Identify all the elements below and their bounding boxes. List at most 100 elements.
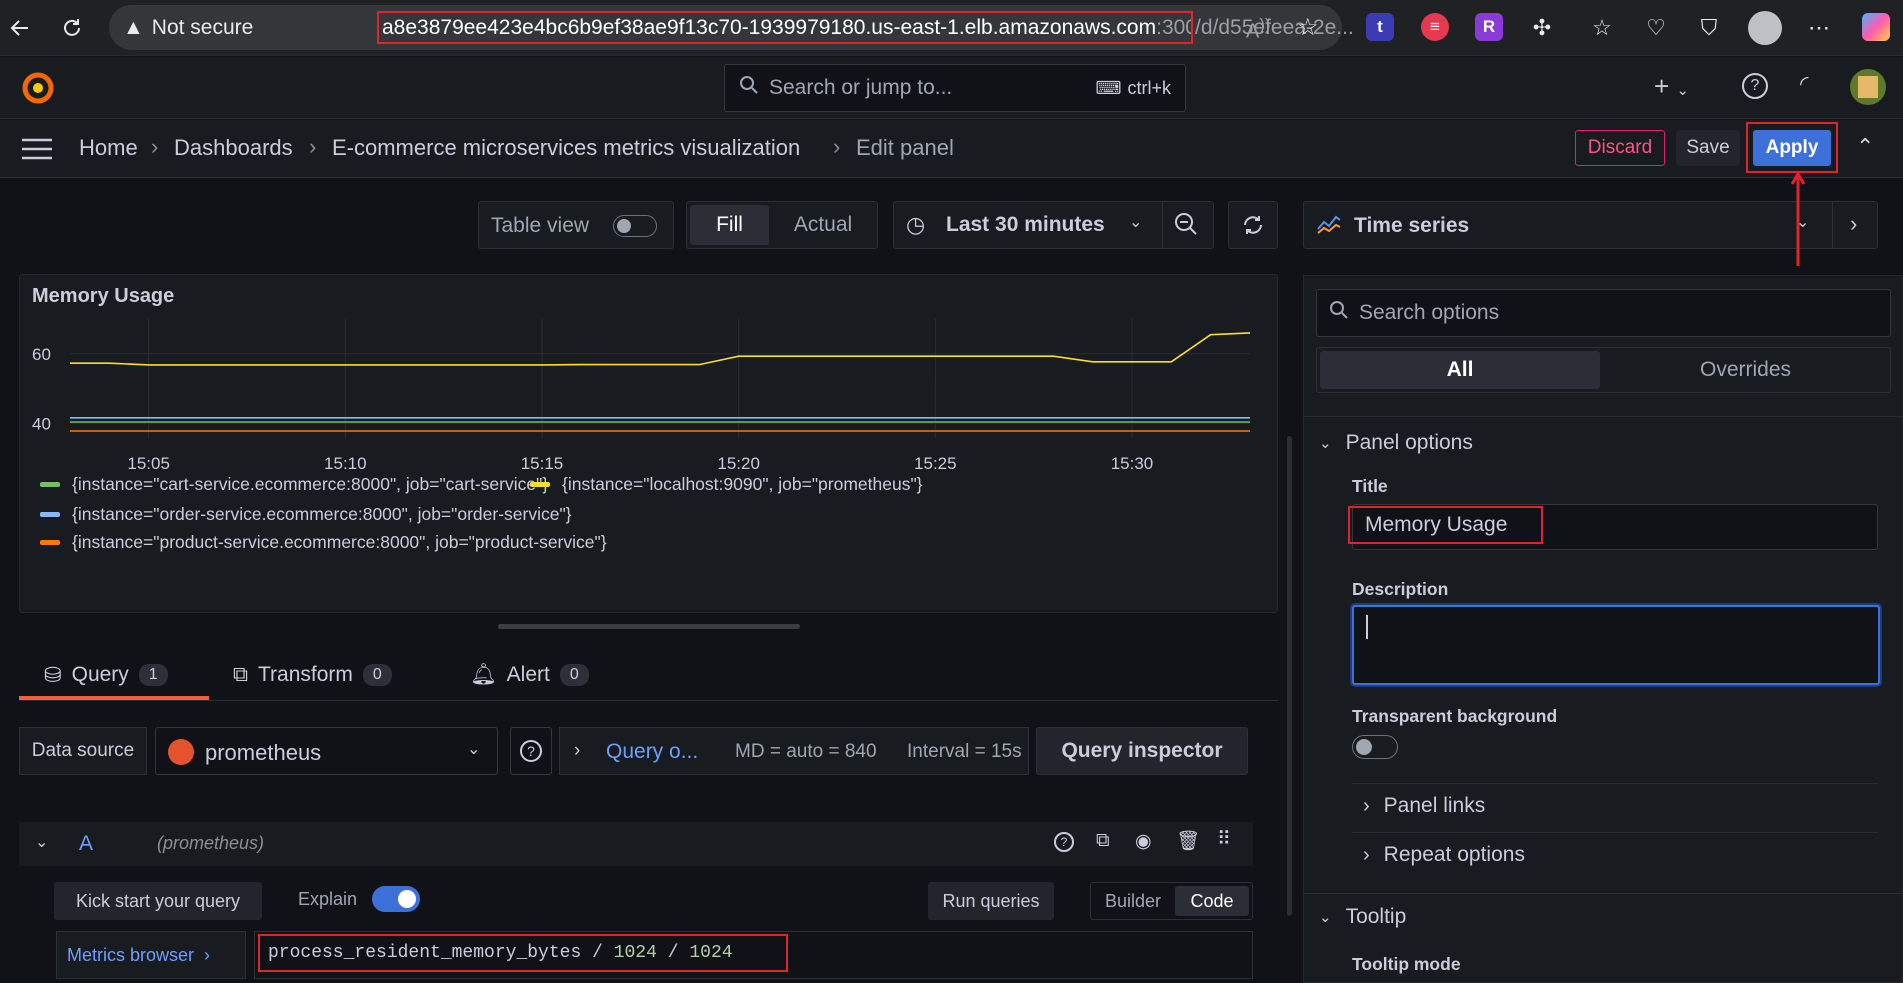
refresh-icon[interactable]	[56, 12, 88, 44]
resize-handle[interactable]	[498, 624, 800, 629]
query-ref-id[interactable]: A	[79, 832, 93, 856]
browser-toolbar: ▲ Not secure a8e3879ee423e4bc6b9ef38ae9f…	[0, 0, 1903, 56]
extension-red-icon[interactable]: ≡	[1421, 13, 1449, 41]
grafana-logo-icon[interactable]	[20, 70, 56, 106]
drag-handle-icon[interactable]: ⠿	[1217, 828, 1231, 851]
extension-t-icon[interactable]: t	[1366, 13, 1394, 41]
security-indicator[interactable]: ▲ Not secure	[123, 15, 253, 41]
apply-button[interactable]: Apply	[1753, 130, 1831, 166]
transparent-background-toggle[interactable]	[1352, 735, 1398, 759]
chevron-down-icon: ⌄	[1319, 909, 1332, 926]
metrics-browser-label: Metrics browser	[67, 944, 195, 965]
filter-overrides-option[interactable]: Overrides	[1604, 351, 1887, 389]
breadcrumb-home[interactable]: Home	[79, 135, 138, 161]
more-menu-icon[interactable]: ⋯	[1803, 12, 1835, 44]
tab-transform[interactable]: ⧉ Transform 0	[233, 654, 392, 696]
panel-options-section[interactable]: ⌄ Panel options	[1319, 431, 1473, 455]
query-inspector-button[interactable]: Query inspector	[1036, 727, 1248, 775]
promql-expression[interactable]: process_resident_memory_bytes / 1024 / 1…	[258, 934, 788, 972]
table-view-toggle[interactable]: Table view	[478, 201, 674, 249]
legend-swatch	[40, 512, 60, 517]
refresh-dashboard-button[interactable]	[1228, 201, 1278, 249]
repeat-options-section[interactable]: › Repeat options	[1363, 843, 1525, 867]
profile-avatar[interactable]	[1748, 11, 1782, 45]
fill-option[interactable]: Fill	[690, 205, 769, 245]
chevron-right-icon: ›	[574, 740, 581, 761]
collapse-chevron-icon[interactable]: ⌃	[1856, 134, 1874, 160]
chevron-right-icon[interactable]: ›	[1850, 211, 1857, 237]
eye-icon[interactable]: ◉	[1135, 830, 1152, 853]
tab-transform-label: Transform	[258, 663, 353, 686]
favorite-star-icon[interactable]: ☆	[1297, 13, 1319, 42]
panel-editor: Table view Fill Actual ◷ Last 30 minutes…	[0, 179, 1296, 983]
datasource-help-button[interactable]: ?	[510, 727, 552, 775]
legend-label: {instance="cart-service.ecommerce:8000",…	[72, 474, 549, 494]
help-icon[interactable]: ?	[1742, 73, 1768, 99]
read-aloud-icon[interactable]: A))	[1246, 15, 1270, 44]
user-avatar[interactable]	[1850, 69, 1886, 105]
breadcrumb-dashboards[interactable]: Dashboards	[174, 135, 293, 161]
query-datasource-hint: (prometheus)	[157, 833, 265, 853]
legend-item-cart-service[interactable]: {instance="cart-service.ecommerce:8000",…	[40, 474, 548, 495]
help-icon[interactable]: ?	[1054, 832, 1074, 852]
discard-button[interactable]: Discard	[1575, 130, 1665, 166]
news-feed-icon[interactable]: ◜	[1800, 71, 1809, 97]
collapse-chevron-icon[interactable]: ⌄	[35, 832, 48, 852]
table-view-switch[interactable]	[613, 215, 657, 237]
tab-alert[interactable]: 🔔︎ Alert 0	[470, 654, 589, 696]
search-options-input[interactable]: Search options	[1316, 289, 1891, 337]
legend-item-prometheus[interactable]: {instance="localhost:9090", job="prometh…	[530, 474, 923, 495]
zoom-out-icon[interactable]	[1174, 212, 1198, 241]
keyboard-icon: ⌨	[1095, 77, 1122, 98]
title-input[interactable]: Memory Usage	[1348, 504, 1878, 550]
panel-links-heading: Panel links	[1383, 794, 1486, 817]
legend-item-product-service[interactable]: {instance="product-service.ecommerce:800…	[40, 532, 607, 553]
legend-label: {instance="localhost:9090", job="prometh…	[562, 474, 923, 494]
health-icon[interactable]: ♡	[1640, 12, 1672, 44]
favorites-icon[interactable]: ☆	[1586, 12, 1618, 44]
datasource-select[interactable]: prometheus ⌄	[155, 727, 498, 775]
scrollbar[interactable]	[1287, 436, 1292, 916]
address-bar[interactable]: ▲ Not secure a8e3879ee423e4bc6b9ef38ae9f…	[109, 5, 1354, 50]
text-cursor	[1366, 615, 1368, 639]
back-icon[interactable]	[4, 12, 36, 44]
panel-links-section[interactable]: › Panel links	[1363, 794, 1485, 818]
trash-icon[interactable]: 🗑︎	[1176, 829, 1200, 853]
kick-start-button[interactable]: Kick start your query	[54, 882, 262, 920]
builder-mode-option[interactable]: Builder	[1094, 886, 1172, 916]
promql-editor[interactable]: process_resident_memory_bytes / 1024 / 1…	[254, 931, 1253, 979]
query-options[interactable]: › Query o... MD = auto = 840 Interval = …	[559, 727, 1029, 775]
tab-query[interactable]: ⛁ Query 1	[44, 654, 168, 696]
code-mode-option[interactable]: Code	[1175, 886, 1249, 916]
tooltip-section[interactable]: ⌄ Tooltip	[1319, 905, 1406, 929]
chevron-right-icon: ›	[204, 944, 211, 965]
breadcrumb-dashboard-name[interactable]: E-commerce microservices metrics visuali…	[332, 135, 800, 161]
save-button[interactable]: Save	[1676, 130, 1740, 166]
filter-all-option[interactable]: All	[1320, 351, 1600, 389]
time-series-chart[interactable]: 15:05 15:10 15:15 15:20 15:25 15:30 40 60	[20, 319, 1278, 479]
extension-r-icon[interactable]: R	[1475, 13, 1503, 41]
duplicate-icon[interactable]: ⧉	[1096, 830, 1110, 852]
actual-option[interactable]: Actual	[773, 205, 873, 245]
extensions-puzzle-icon[interactable]: ✣	[1526, 12, 1558, 44]
expr-operator: /	[592, 943, 603, 963]
metrics-browser-button[interactable]: Metrics browser ›	[56, 931, 246, 979]
options-filter-toggle: All Overrides	[1316, 347, 1891, 393]
copilot-icon[interactable]	[1862, 13, 1890, 41]
x-tick-label: 15:25	[914, 454, 957, 473]
time-range-picker[interactable]: ◷ Last 30 minutes ⌄	[893, 201, 1214, 249]
menu-hamburger-icon[interactable]	[22, 138, 52, 165]
legend-item-order-service[interactable]: {instance="order-service.ecommerce:8000"…	[40, 504, 572, 525]
run-queries-button[interactable]: Run queries	[928, 882, 1054, 920]
shield-icon[interactable]: ⛉	[1693, 12, 1725, 44]
add-new-icon[interactable]: + ⌄	[1654, 71, 1689, 102]
tooltip-mode-label: Tooltip mode	[1352, 954, 1461, 974]
legend-swatch	[530, 482, 550, 487]
sync-icon	[1241, 213, 1265, 242]
search-jump-input[interactable]: Search or jump to... ⌨ ctrl+k	[724, 64, 1186, 112]
description-textarea[interactable]	[1352, 605, 1880, 685]
explain-toggle[interactable]	[372, 886, 420, 912]
url-highlight[interactable]: a8e3879ee423e4bc6b9ef38ae9f13c70-1939979…	[377, 11, 1193, 44]
transform-icon: ⧉	[233, 663, 248, 686]
breadcrumb-separator-icon: ›	[309, 134, 317, 159]
